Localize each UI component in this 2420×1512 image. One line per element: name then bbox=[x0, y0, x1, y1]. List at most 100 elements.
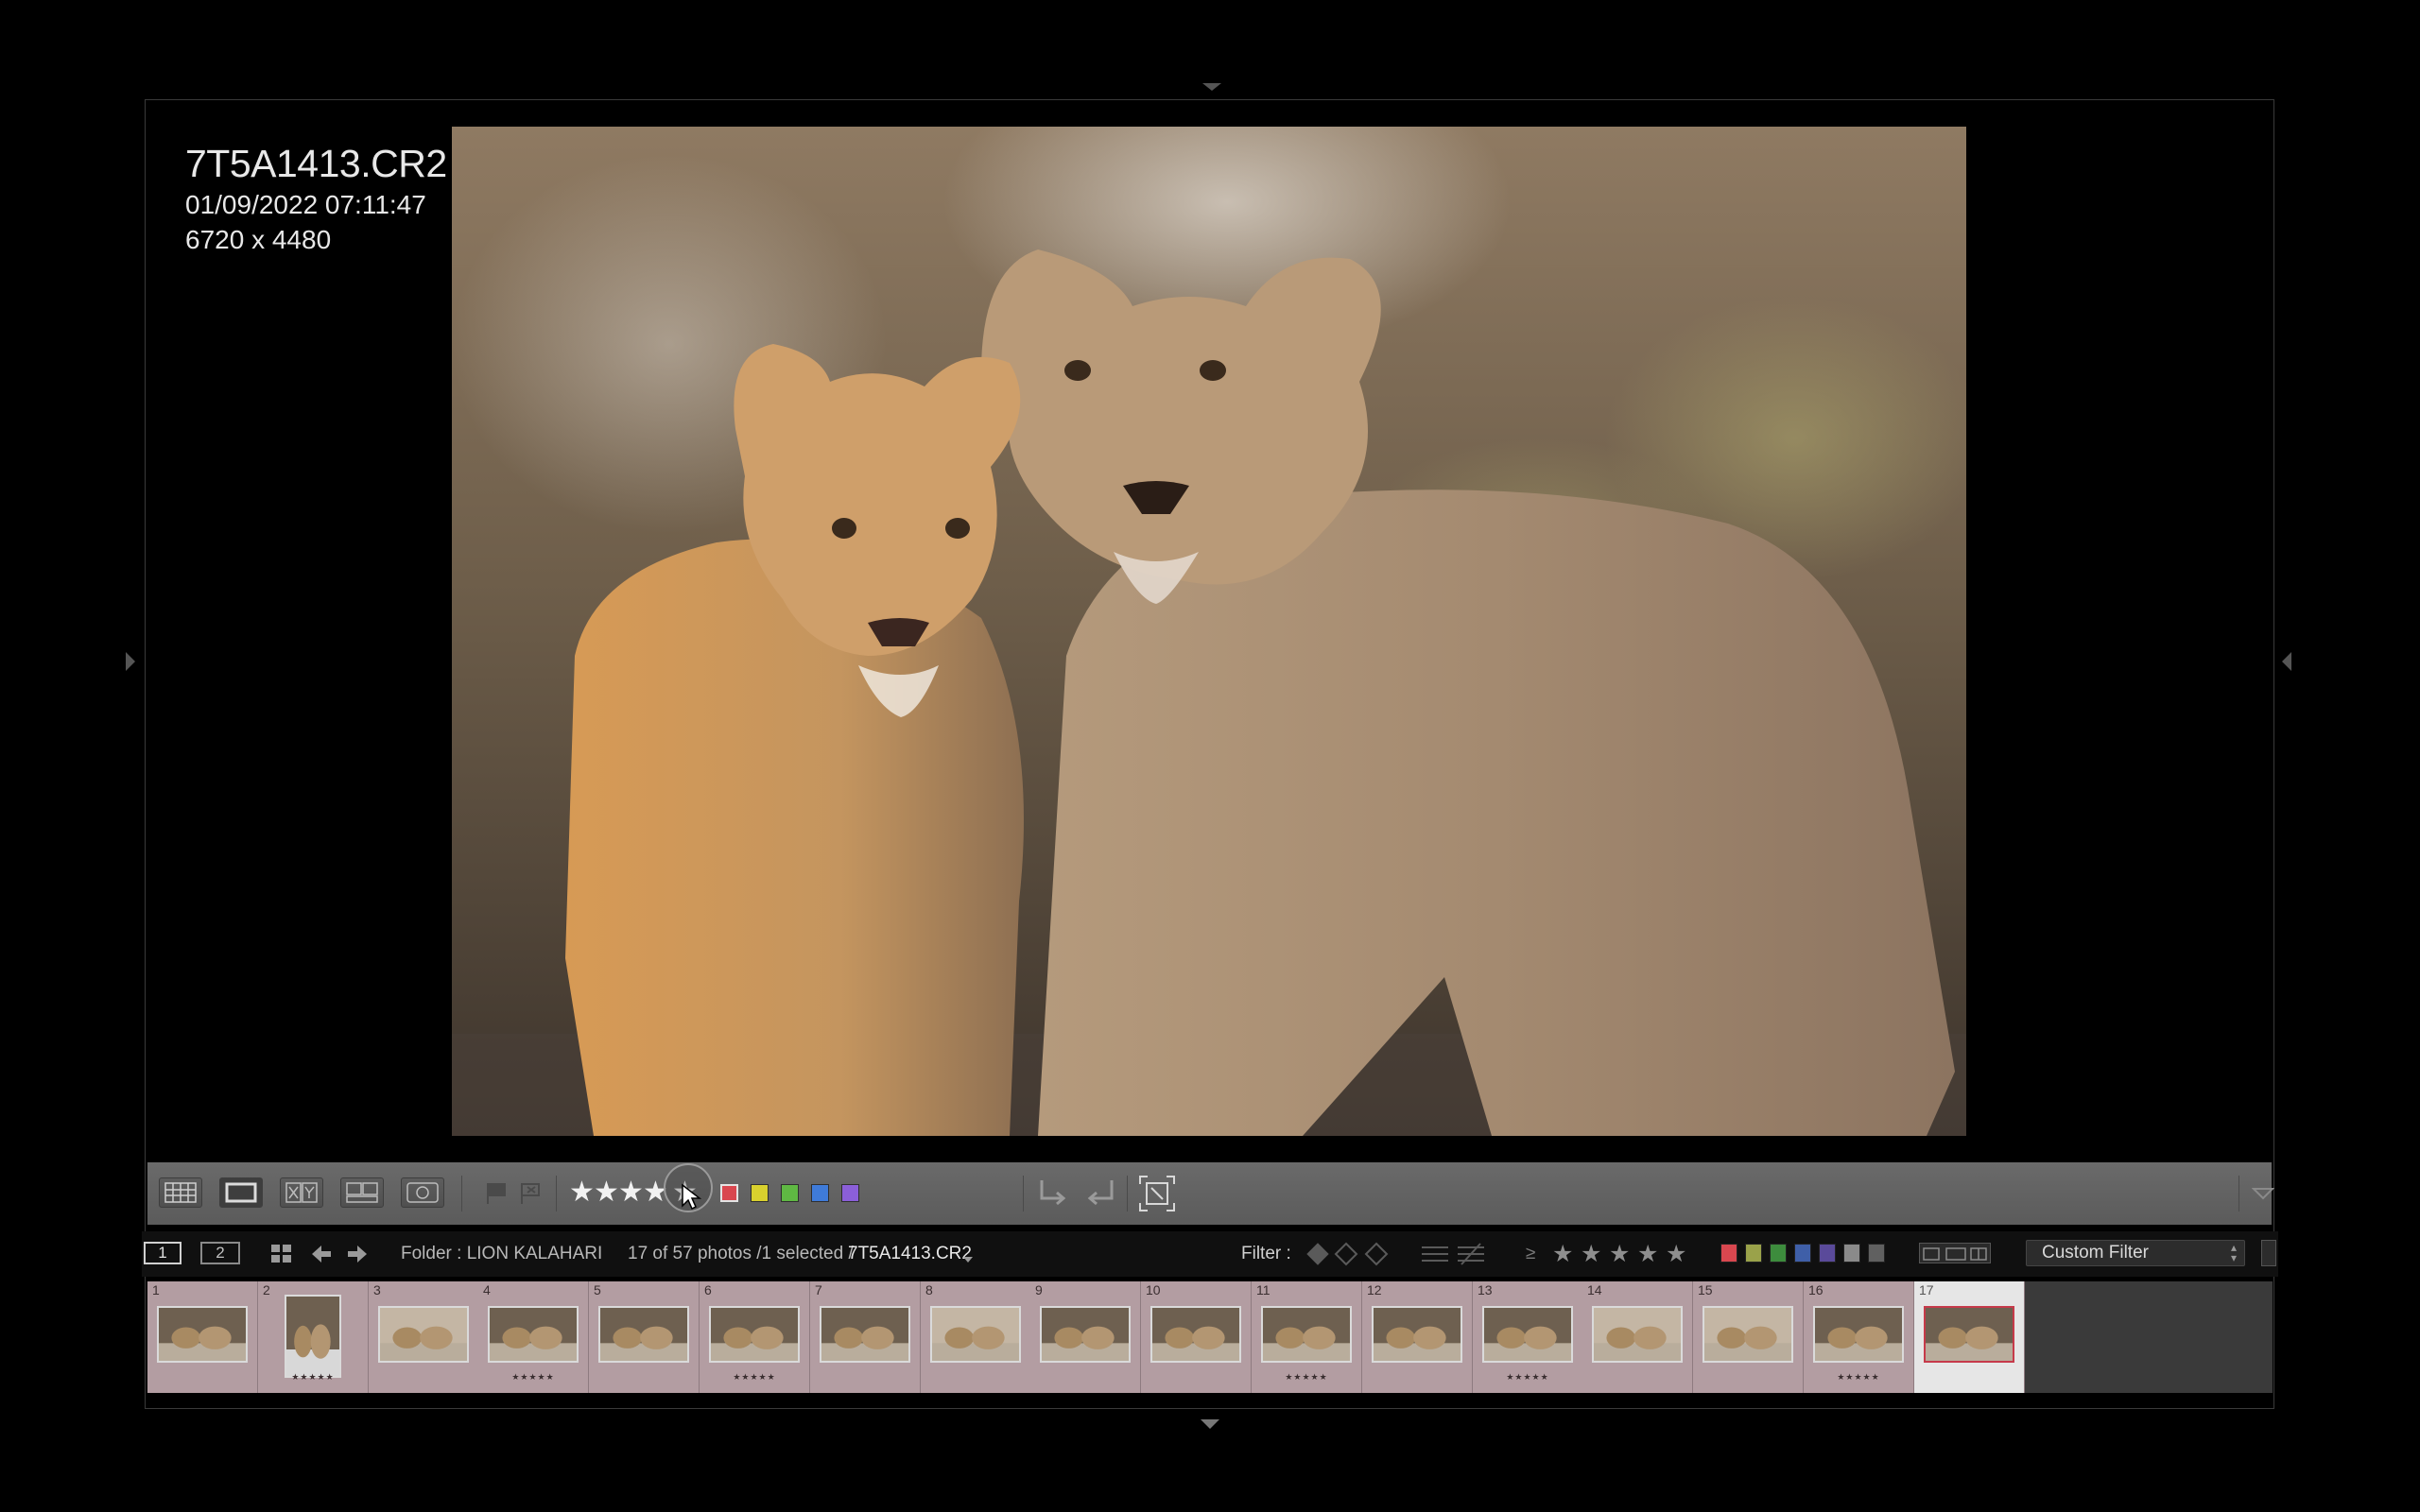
chevron-down-icon[interactable] bbox=[2251, 1187, 2275, 1205]
thumbnail[interactable] bbox=[488, 1306, 579, 1363]
grid-shortcut-icon[interactable] bbox=[270, 1244, 293, 1269]
cell-rating: ★★★★★ bbox=[733, 1372, 776, 1382]
primary-display-button[interactable]: 1 bbox=[144, 1242, 182, 1264]
back-arrow-icon[interactable] bbox=[310, 1245, 333, 1268]
color-label-red[interactable] bbox=[720, 1184, 738, 1202]
right-panel-toggle-icon[interactable] bbox=[2282, 652, 2291, 671]
edit-filter-icons[interactable] bbox=[1420, 1242, 1488, 1271]
toolbar-separator bbox=[2238, 1176, 2239, 1211]
filmstrip-cell[interactable]: 6 ★★★★★ bbox=[700, 1281, 810, 1393]
filter-preset-select[interactable]: Custom Filter ▴ ▾ bbox=[2026, 1240, 2245, 1266]
grid-view-button[interactable] bbox=[159, 1177, 202, 1208]
filmstrip-toggle-icon[interactable] bbox=[1201, 1419, 1219, 1429]
survey-view-button[interactable] bbox=[340, 1177, 384, 1208]
people-view-button[interactable] bbox=[401, 1177, 444, 1208]
rating-star-1[interactable]: ★ bbox=[569, 1176, 595, 1210]
rating-star-2[interactable]: ★ bbox=[594, 1176, 619, 1210]
color-label-green[interactable] bbox=[781, 1184, 799, 1202]
filmstrip-cell[interactable]: 14 bbox=[1582, 1281, 1693, 1393]
filter-star-1[interactable]: ★ bbox=[1552, 1237, 1573, 1271]
thumbnail[interactable] bbox=[1703, 1306, 1793, 1363]
cell-number: 1 bbox=[152, 1282, 160, 1297]
thumbnail[interactable] bbox=[598, 1306, 689, 1363]
left-panel-toggle-icon[interactable] bbox=[126, 652, 135, 671]
filmstrip-cell[interactable]: 11 ★★★★★ bbox=[1252, 1281, 1362, 1393]
filmstrip-cell[interactable]: 3 bbox=[369, 1281, 479, 1393]
thumbnail[interactable] bbox=[378, 1306, 469, 1363]
thumbnail[interactable] bbox=[1261, 1306, 1352, 1363]
filmstrip-cell[interactable]: 17 bbox=[1914, 1281, 2025, 1393]
filter-label-green[interactable] bbox=[1770, 1244, 1787, 1263]
cell-number: 8 bbox=[925, 1282, 933, 1297]
filter-star-5[interactable]: ★ bbox=[1666, 1237, 1686, 1271]
flag-filter-icons[interactable] bbox=[1305, 1242, 1393, 1271]
cell-number: 6 bbox=[704, 1282, 712, 1297]
cell-rating: ★★★★★ bbox=[1506, 1372, 1549, 1382]
compare-view-button[interactable] bbox=[280, 1177, 323, 1208]
filter-label-none[interactable] bbox=[1868, 1244, 1885, 1263]
filmstrip-cell[interactable]: 4 ★★★★★ bbox=[478, 1281, 589, 1393]
filter-label-red[interactable] bbox=[1720, 1244, 1737, 1263]
filmstrip-cell[interactable]: 10 bbox=[1141, 1281, 1252, 1393]
filter-label-yellow[interactable] bbox=[1745, 1244, 1762, 1263]
color-label-purple[interactable] bbox=[841, 1184, 859, 1202]
filmstrip: 1 2 ★★★★★ 3 4 ★★★★★ 5 6 ★★★★★ 7 8 9 10 11 ★★★★★ 12 13 ★★★… bbox=[147, 1281, 2273, 1393]
filmstrip-cell[interactable]: 1 bbox=[147, 1281, 258, 1393]
thumbnail[interactable] bbox=[157, 1306, 248, 1363]
thumbnail[interactable] bbox=[1150, 1306, 1241, 1363]
color-label-yellow[interactable] bbox=[751, 1184, 769, 1202]
filter-copy-status-icons[interactable] bbox=[1919, 1243, 1991, 1263]
thumbnail[interactable] bbox=[709, 1306, 800, 1363]
rating-star-3[interactable]: ★ bbox=[618, 1176, 644, 1210]
grid-view-icon bbox=[164, 1182, 197, 1203]
secondary-display-button[interactable]: 2 bbox=[200, 1242, 240, 1264]
filter-star-2[interactable]: ★ bbox=[1581, 1237, 1601, 1271]
info-dimensions: 6720 x 4480 bbox=[185, 225, 332, 254]
top-panel-toggle-icon[interactable] bbox=[1202, 83, 1221, 91]
filter-star-4[interactable]: ★ bbox=[1637, 1237, 1658, 1271]
selected-file-label[interactable]: 7T5A1413.CR2 bbox=[848, 1231, 972, 1277]
thumbnail[interactable] bbox=[1040, 1306, 1131, 1363]
rotate-left-icon[interactable] bbox=[1036, 1177, 1070, 1214]
filmstrip-cell[interactable]: 13 ★★★★★ bbox=[1473, 1281, 1583, 1393]
filter-label-custom[interactable] bbox=[1843, 1244, 1860, 1263]
filter-lock-icon[interactable] bbox=[2261, 1240, 2276, 1266]
thumbnail[interactable] bbox=[285, 1295, 341, 1378]
filmstrip-cell[interactable]: 2 ★★★★★ bbox=[258, 1281, 369, 1393]
two-lionesses-photo bbox=[452, 127, 1966, 1136]
thumbnail[interactable] bbox=[1592, 1306, 1683, 1363]
filter-label-blue[interactable] bbox=[1794, 1244, 1811, 1263]
flag-pick-icon[interactable] bbox=[484, 1181, 509, 1211]
filmstrip-cell[interactable]: 15 bbox=[1693, 1281, 1804, 1393]
filmstrip-cell[interactable]: 9 bbox=[1030, 1281, 1141, 1393]
filmstrip-cell[interactable]: 7 bbox=[810, 1281, 921, 1393]
thumbnail[interactable] bbox=[1482, 1306, 1573, 1363]
thumbnail[interactable] bbox=[930, 1306, 1021, 1363]
forward-arrow-icon[interactable] bbox=[346, 1245, 369, 1268]
main-photo[interactable] bbox=[452, 127, 1966, 1136]
thumbnail[interactable] bbox=[1372, 1306, 1462, 1363]
filmstrip-cell[interactable]: 16 ★★★★★ bbox=[1804, 1281, 1914, 1393]
cell-rating: ★★★★★ bbox=[291, 1372, 335, 1382]
filename-menu-icon[interactable] bbox=[962, 1251, 974, 1268]
cell-number: 12 bbox=[1367, 1282, 1382, 1297]
filmstrip-cell[interactable]: 5 bbox=[589, 1281, 700, 1393]
filter-star-3[interactable]: ★ bbox=[1609, 1237, 1630, 1271]
rotate-right-icon[interactable] bbox=[1083, 1177, 1117, 1214]
cell-number: 17 bbox=[1919, 1282, 1934, 1297]
filter-label-purple[interactable] bbox=[1819, 1244, 1836, 1263]
thumbnail[interactable] bbox=[820, 1306, 910, 1363]
filmstrip-cell[interactable]: 12 bbox=[1362, 1281, 1473, 1393]
crop-overlay-icon[interactable] bbox=[1138, 1175, 1176, 1217]
thumbnail[interactable] bbox=[1924, 1306, 2014, 1363]
flag-reject-icon[interactable] bbox=[518, 1181, 543, 1211]
compare-view-icon bbox=[285, 1182, 318, 1203]
rating-operator[interactable]: ≥ bbox=[1526, 1231, 1535, 1277]
filmstrip-cell[interactable]: 8 bbox=[921, 1281, 1031, 1393]
source-folder-label[interactable]: Folder : LION KALAHARI bbox=[401, 1231, 602, 1277]
loupe-view-button[interactable] bbox=[219, 1177, 263, 1208]
color-label-blue[interactable] bbox=[811, 1184, 829, 1202]
cell-rating: ★★★★★ bbox=[1285, 1372, 1328, 1382]
thumbnail[interactable] bbox=[1813, 1306, 1904, 1363]
library-toolbar: ★ ★ ★ ★ ★ bbox=[147, 1162, 2275, 1225]
